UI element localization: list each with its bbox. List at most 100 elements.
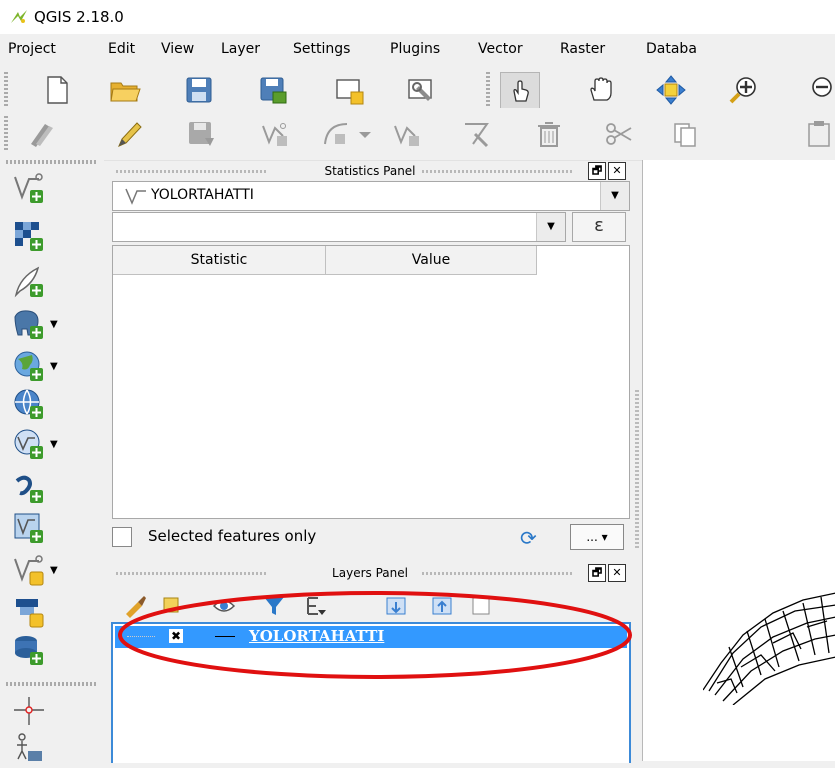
toolbar-grip[interactable]: [6, 682, 96, 686]
add-arcgis-layer-button[interactable]: [12, 468, 68, 508]
refresh-icon[interactable]: ⟳: [520, 526, 537, 550]
add-vector-layer-icon: [14, 173, 43, 203]
wcs-layer-icon: [14, 513, 43, 543]
zoom-out-icon[interactable]: [800, 72, 835, 108]
virtual-layer-icon: [16, 599, 44, 628]
add-delimited-text-layer-button[interactable]: [12, 262, 68, 302]
map-canvas[interactable]: [642, 160, 835, 761]
digitizing-toolbar: [0, 108, 835, 161]
toolbar-grip[interactable]: [4, 116, 8, 152]
statistics-table: Statistic Value: [112, 245, 630, 519]
window-title: QGIS 2.18.0: [34, 8, 124, 26]
layers-panel-header: Layers Panel 🗗 ✕: [110, 562, 630, 584]
toolbar-grip[interactable]: [4, 72, 8, 108]
add-raster-layer-button[interactable]: [12, 216, 68, 256]
add-gps-waypoint-button[interactable]: [12, 690, 68, 730]
add-wms-layer-button[interactable]: [12, 384, 68, 424]
panel-grip[interactable]: [422, 170, 572, 173]
crosshair-icon: [14, 697, 44, 725]
close-icon[interactable]: ✕: [608, 564, 626, 582]
menu-layer[interactable]: Layer: [221, 41, 260, 57]
column-header-statistic[interactable]: Statistic: [113, 246, 326, 275]
comma-icon: [15, 475, 43, 503]
save-project-icon[interactable]: [180, 72, 218, 108]
current-edits-icon[interactable]: [22, 116, 60, 152]
save-as-icon[interactable]: [254, 72, 292, 108]
composer-manager-icon[interactable]: [402, 72, 440, 108]
new-project-icon[interactable]: [38, 72, 76, 108]
circular-string-dropdown-icon[interactable]: [346, 116, 384, 152]
menu-edit[interactable]: Edit: [108, 41, 135, 57]
more-options-button[interactable]: ... ▾: [570, 524, 624, 550]
chevron-down-icon[interactable]: ▼: [536, 213, 565, 241]
layer-selector-value: YOLORTAHATTI: [151, 187, 254, 203]
toolbar-grip[interactable]: [6, 160, 96, 164]
panel-grip[interactable]: [422, 572, 572, 575]
globe-icon: [14, 389, 43, 419]
selected-only-row: Selected features only ⟳ ... ▾: [112, 522, 628, 550]
menu-project[interactable]: Project: [8, 41, 56, 57]
cut-features-icon[interactable]: [600, 116, 638, 152]
zoom-in-icon[interactable]: [724, 72, 762, 108]
add-feature-icon[interactable]: [256, 116, 294, 152]
column-header-value[interactable]: Value: [326, 246, 537, 275]
node-tool-icon[interactable]: [458, 116, 496, 152]
gps-person-icon: [17, 733, 42, 761]
new-print-composer-icon[interactable]: [330, 72, 368, 108]
qgis-logo-icon: [11, 10, 27, 23]
float-panel-icon[interactable]: 🗗: [588, 162, 606, 180]
line-layer-icon: [125, 188, 146, 205]
open-project-icon[interactable]: [106, 72, 144, 108]
paste-features-icon[interactable]: [800, 116, 835, 152]
splitter-grip[interactable]: [635, 390, 639, 550]
save-edits-icon[interactable]: [182, 116, 220, 152]
chevron-down-icon[interactable]: ▼: [50, 565, 58, 576]
pan-map-icon[interactable]: [582, 72, 620, 108]
chevron-down-icon[interactable]: ▼: [50, 319, 58, 330]
highlight-ellipse-annotation: [118, 591, 632, 679]
float-panel-icon[interactable]: 🗗: [588, 564, 606, 582]
chevron-down-icon[interactable]: ▼: [50, 361, 58, 372]
touch-zoom-pan-icon[interactable]: [500, 72, 540, 110]
add-vector-layer-button[interactable]: [12, 168, 68, 208]
layer-selector[interactable]: YOLORTAHATTI ▼: [112, 181, 630, 211]
add-wcs-layer-button[interactable]: [12, 508, 68, 548]
add-gps-track-button[interactable]: [12, 728, 68, 768]
menu-database[interactable]: Databa: [646, 41, 697, 57]
field-selector[interactable]: ▼: [112, 212, 566, 242]
toolbar-grip[interactable]: [486, 72, 490, 108]
more-options-label: ...: [586, 530, 598, 544]
expression-button[interactable]: ε: [572, 212, 626, 242]
close-icon[interactable]: ✕: [608, 162, 626, 180]
map-line-features: [703, 592, 835, 705]
chevron-down-icon[interactable]: ▼: [600, 182, 629, 210]
add-spatialite-layer-button[interactable]: ▼: [12, 346, 68, 386]
menu-settings[interactable]: Settings: [293, 41, 350, 57]
globe-feather-icon: [14, 351, 43, 381]
menu-vector[interactable]: Vector: [478, 41, 523, 57]
postgis-elephant-icon: [14, 310, 43, 339]
globe-vector-icon: [14, 429, 43, 459]
add-wfs-layer-button[interactable]: ▼: [12, 424, 68, 464]
move-feature-icon[interactable]: [388, 116, 426, 152]
statistics-panel-header: Statistics Panel 🗗 ✕: [110, 160, 630, 182]
selected-only-label: Selected features only: [148, 527, 317, 545]
menu-view[interactable]: View: [161, 41, 194, 57]
toggle-editing-icon[interactable]: [110, 116, 148, 152]
pan-to-selection-icon[interactable]: [652, 72, 690, 108]
add-postgis-layer-button[interactable]: ▼: [12, 304, 68, 344]
delete-selected-icon[interactable]: [530, 116, 568, 152]
copy-features-icon[interactable]: [666, 116, 704, 152]
selected-only-checkbox[interactable]: [112, 527, 132, 547]
dock-splitter[interactable]: [632, 160, 642, 761]
menu-raster[interactable]: Raster: [560, 41, 605, 57]
add-mssql-layer-button[interactable]: [12, 630, 68, 670]
menu-plugins[interactable]: Plugins: [390, 41, 440, 57]
chevron-down-icon[interactable]: ▼: [50, 439, 58, 450]
add-virtual-layer-button[interactable]: [12, 592, 68, 632]
add-delimited-text-icon: [14, 266, 43, 298]
new-shapefile-layer-button[interactable]: ▼: [12, 550, 68, 590]
new-shapefile-icon: [14, 555, 44, 586]
title-bar: QGIS 2.18.0: [0, 0, 835, 34]
menu-bar: Project Edit View Layer Settings Plugins…: [0, 34, 835, 64]
